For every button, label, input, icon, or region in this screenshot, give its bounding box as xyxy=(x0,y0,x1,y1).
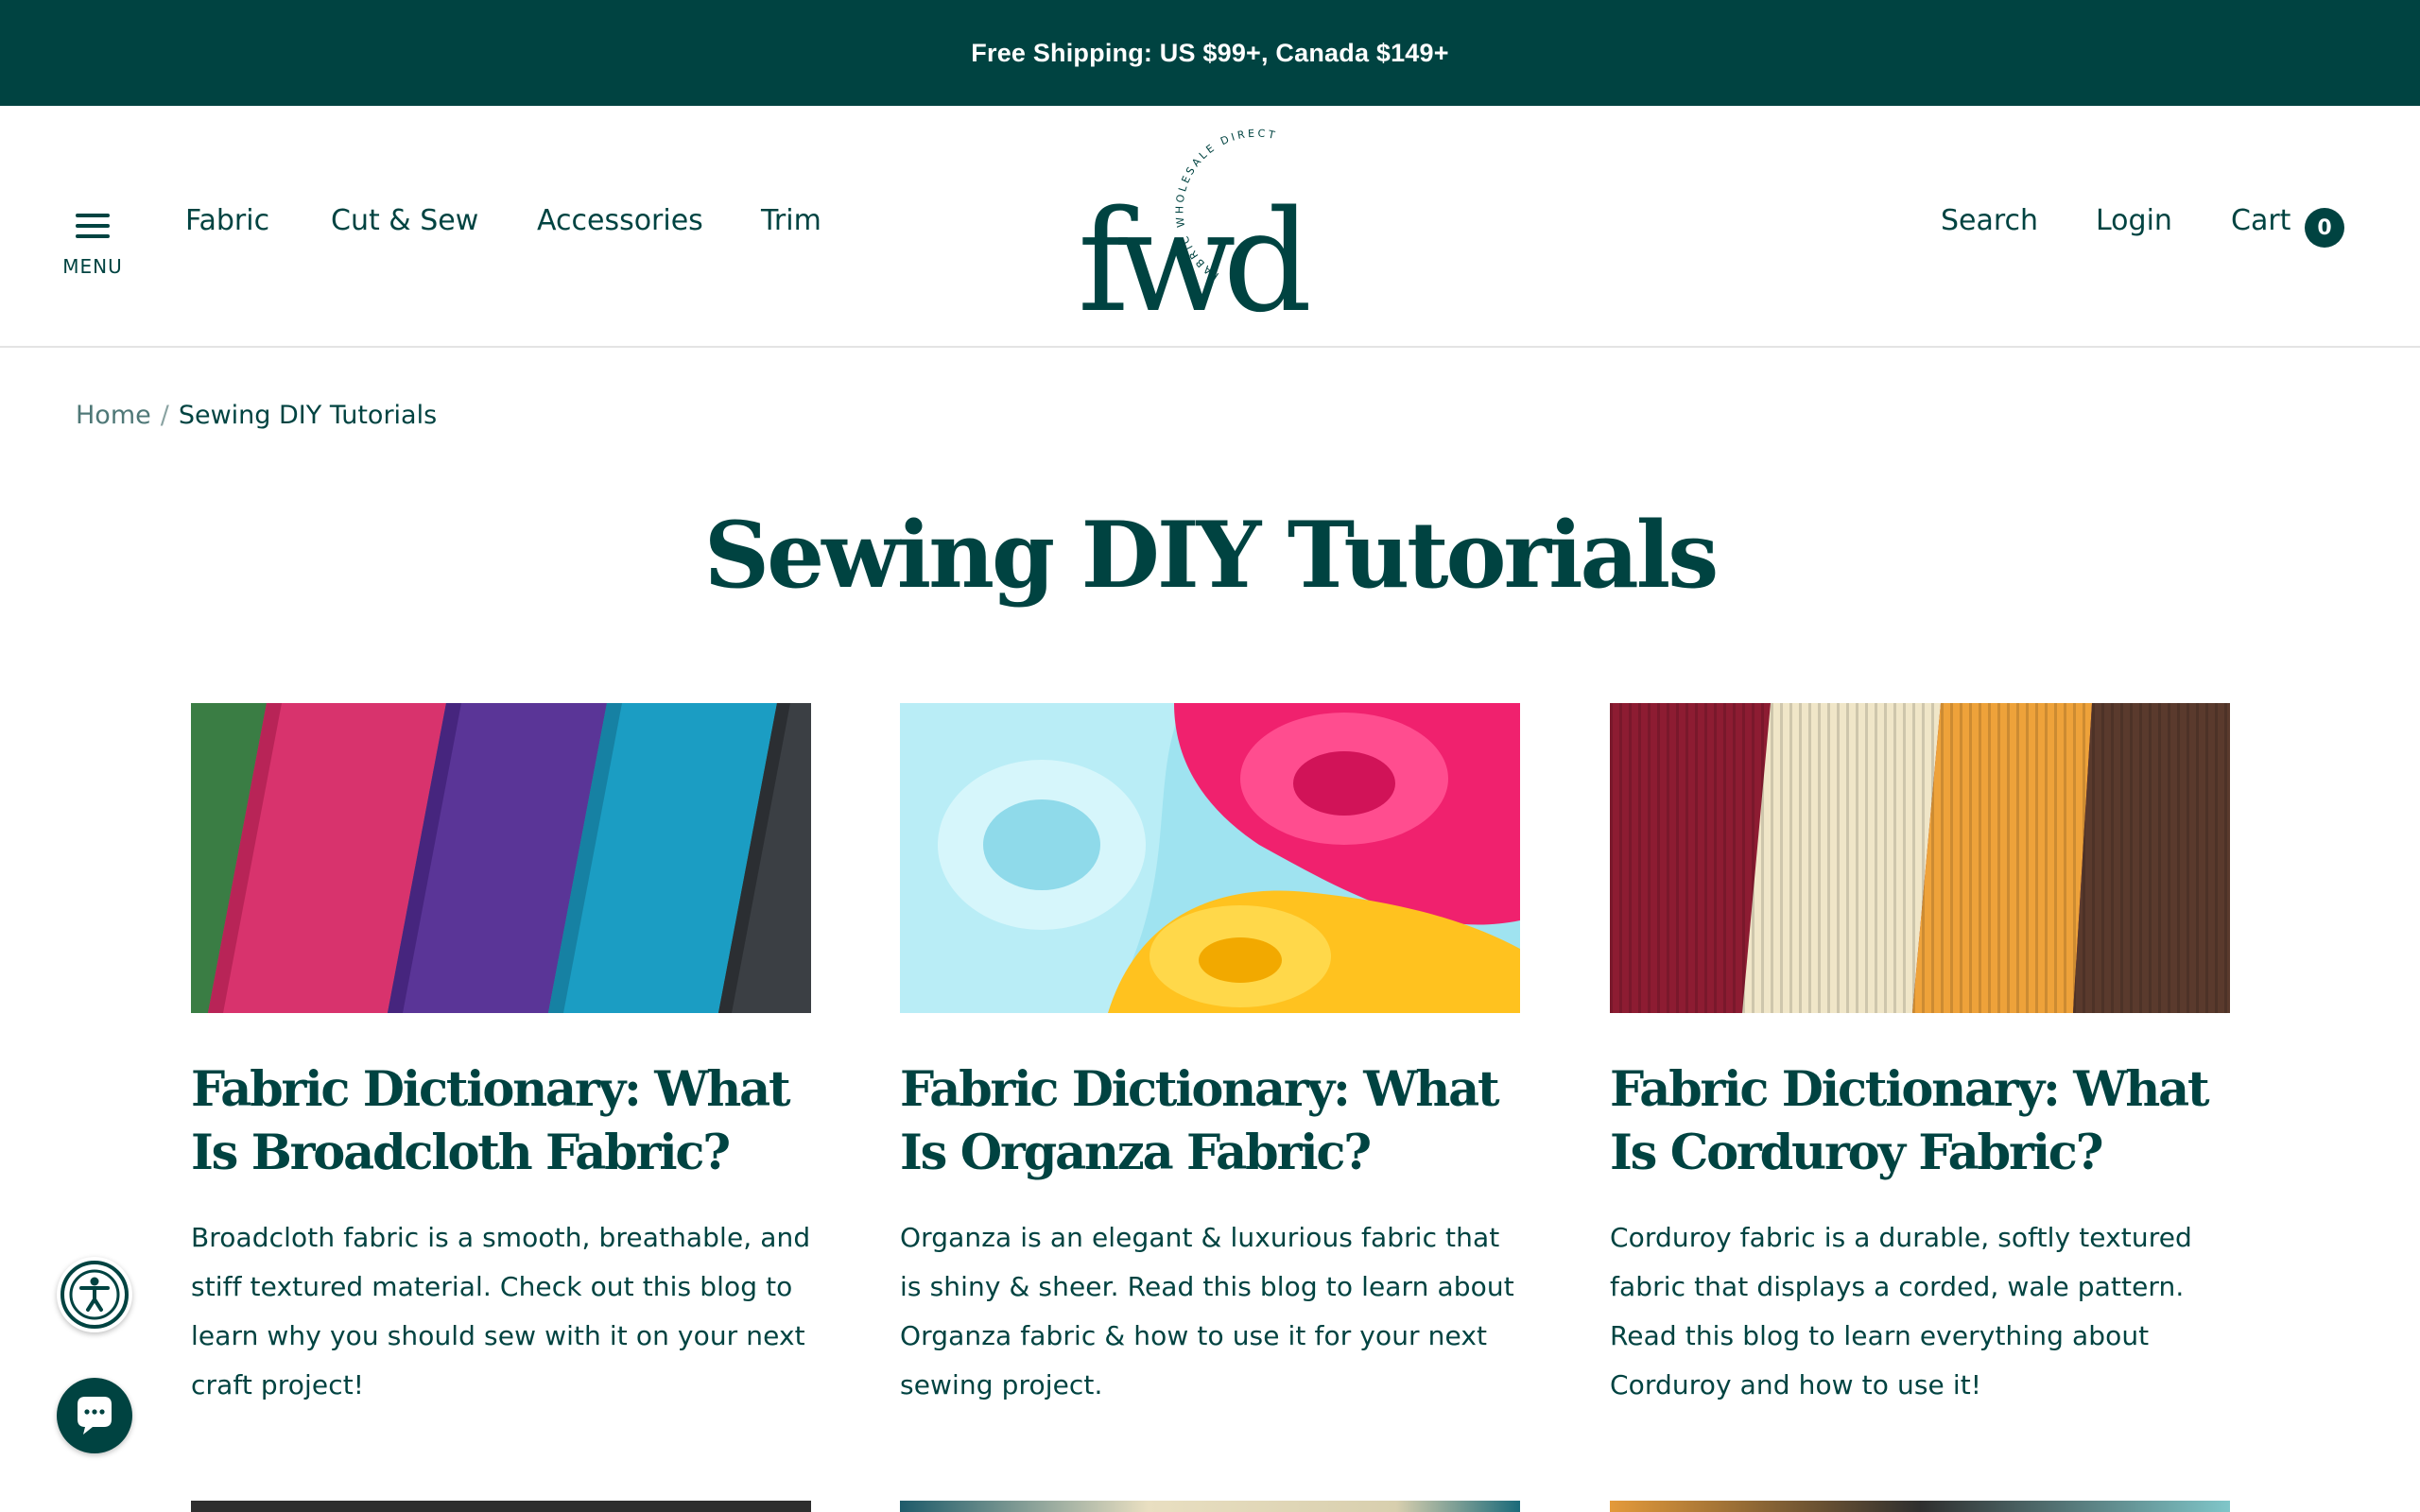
nav-accessories[interactable]: Accessories xyxy=(537,204,703,237)
article-image-broadcloth[interactable] xyxy=(191,703,811,1013)
cart-count-badge[interactable]: 0 xyxy=(2305,208,2344,248)
announcement-bar: Free Shipping: US $99+, Canada $149+ xyxy=(0,0,2420,106)
breadcrumb-current: Sewing DIY Tutorials xyxy=(178,401,438,430)
article-image-next-row[interactable] xyxy=(900,1501,1520,1512)
breadcrumb: Home / Sewing DIY Tutorials xyxy=(76,401,437,430)
breadcrumb-home[interactable]: Home xyxy=(76,401,151,430)
article-excerpt: Corduroy fabric is a durable, softly tex… xyxy=(1610,1222,2192,1400)
chat-button[interactable] xyxy=(57,1378,132,1453)
accessibility-icon xyxy=(60,1261,129,1329)
login-link[interactable]: Login xyxy=(2096,204,2172,237)
fwd-logo[interactable]: FABRIC WHOLESALE DIRECT fwd xyxy=(1068,125,1352,343)
cart-link[interactable]: Cart xyxy=(2231,204,2290,237)
article-card: Fabric Dictionary: What Is Corduroy Fabr… xyxy=(1610,703,2230,1410)
article-excerpt: Organza is an elegant & luxurious fabric… xyxy=(900,1222,1514,1400)
announcement-text: Free Shipping: US $99+, Canada $149+ xyxy=(971,38,1449,67)
nav-trim[interactable]: Trim xyxy=(761,204,821,237)
chat-bubble-icon xyxy=(78,1397,112,1435)
article-image-next-row[interactable] xyxy=(191,1501,811,1512)
page-title: Sewing DIY Tutorials xyxy=(703,502,1720,609)
search-link[interactable]: Search xyxy=(1941,204,2038,237)
article-card: Fabric Dictionary: What Is Broadcloth Fa… xyxy=(191,703,811,1410)
article-title[interactable]: Fabric Dictionary: What Is Broadcloth Fa… xyxy=(191,1058,811,1185)
logo-wordmark: fwd xyxy=(1078,180,1308,329)
article-image-corduroy[interactable] xyxy=(1610,703,2230,1013)
article-title[interactable]: Fabric Dictionary: What Is Organza Fabri… xyxy=(900,1058,1520,1185)
site-header: MENU Fabric Cut & Sew Accessories Trim F… xyxy=(0,106,2420,348)
hamburger-icon xyxy=(76,212,110,238)
accessibility-button[interactable] xyxy=(57,1257,132,1332)
article-excerpt: Broadcloth fabric is a smooth, breathabl… xyxy=(191,1222,811,1400)
article-title[interactable]: Fabric Dictionary: What Is Corduroy Fabr… xyxy=(1610,1058,2230,1185)
article-image-next-row[interactable] xyxy=(1610,1501,2230,1512)
nav-fabric[interactable]: Fabric xyxy=(185,204,269,237)
nav-cut-and-sew[interactable]: Cut & Sew xyxy=(331,204,478,237)
article-image-organza[interactable] xyxy=(900,703,1520,1013)
article-card: Fabric Dictionary: What Is Organza Fabri… xyxy=(900,703,1520,1410)
breadcrumb-separator: / xyxy=(160,401,169,430)
menu-button[interactable]: MENU xyxy=(59,208,127,289)
menu-label: MENU xyxy=(62,255,123,278)
